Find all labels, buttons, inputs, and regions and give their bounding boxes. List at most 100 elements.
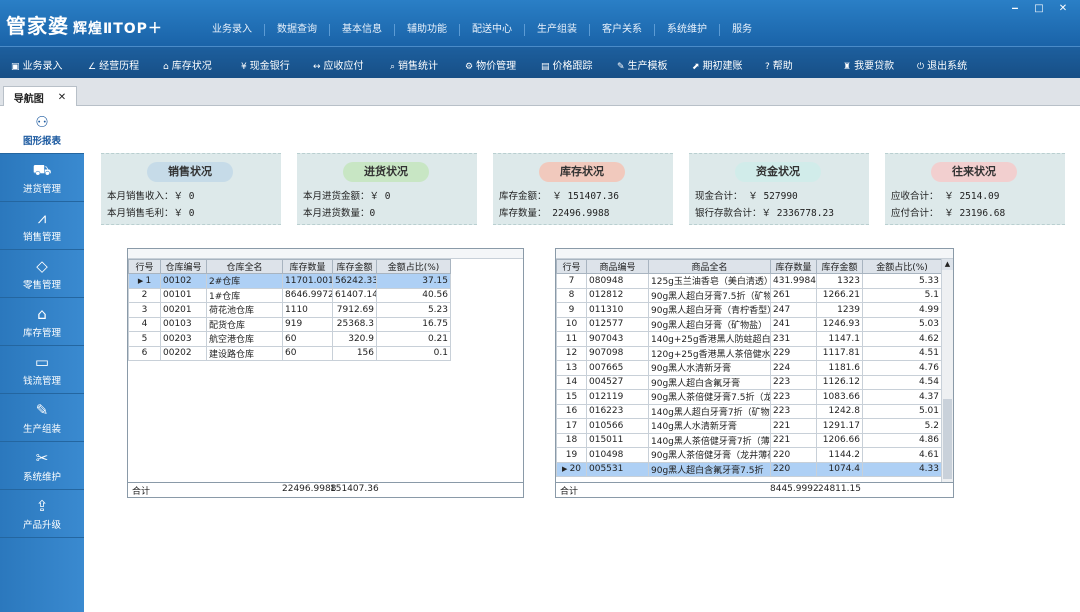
table-row[interactable]: 8 012812 90g黑人超白牙膏7.5折（矿物盐）261 1266.21 5.1 <box>556 287 942 303</box>
table-cell: 4.37 <box>862 389 942 405</box>
top-menu-item[interactable]: 业务录入 <box>200 24 265 36</box>
toolbar-button[interactable]: ▣ 业务录入 <box>11 57 63 72</box>
column-header[interactable]: 库存金额 <box>816 259 863 274</box>
table-row[interactable]: 13 007665 90g黑人水清新牙膏 224 1181.6 4.76 <box>556 360 942 376</box>
toolbar-button[interactable]: ⌂ 库存状况 <box>163 57 212 72</box>
cell-value: 221 <box>773 435 791 446</box>
column-header[interactable]: 库存数量 <box>282 259 333 274</box>
close-icon[interactable]: ✕ <box>1054 2 1072 16</box>
table-row[interactable]: 18 015011 140g黑人茶倍健牙膏7折（薄荷）221 1206.66 4.86 <box>556 432 942 448</box>
table-cell: 012577 <box>586 316 649 332</box>
table-cell: 37.15 <box>376 273 451 289</box>
cell-value: 荷花池仓库 <box>209 306 255 317</box>
toolbar-button[interactable]: ∠ 经营历程 <box>88 57 139 72</box>
cell-value: 56242.33 <box>335 275 377 286</box>
column-header[interactable]: 库存金额 <box>332 259 377 274</box>
sidebar-item[interactable]: ✂ 系统维护 <box>0 442 84 490</box>
toolbar-button[interactable]: ¥ 现金银行 <box>241 57 290 72</box>
table-row[interactable]: 6 00202 建设路仓库 60 156 0.1 <box>128 345 451 361</box>
cell-value: 4.51 <box>918 348 939 359</box>
table-row[interactable]: 19 010498 90g黑人茶倍健牙膏（龙井薄荷）220 1144.2 4.61 <box>556 447 942 463</box>
table-row[interactable]: 15 012119 90g黑人茶倍健牙膏7.5折（龙井）223 1083.66 4.37 <box>556 389 942 405</box>
toolbar-button[interactable]: ▤ 价格跟踪 <box>541 57 593 72</box>
top-menu-item[interactable]: 客户关系 <box>590 24 655 36</box>
top-menu-item[interactable]: 配送中心 <box>460 24 525 36</box>
sidebar-item[interactable]: ✎ 生产组装 <box>0 394 84 442</box>
toolbar-button[interactable]: ✎ 生产模板 <box>617 57 668 72</box>
warehouse-icon: ⌂ <box>37 305 47 323</box>
minimize-icon[interactable]: ‒ <box>1006 2 1024 16</box>
column-header[interactable]: 商品全名 <box>648 259 771 274</box>
cell-value: 1181.6 <box>828 362 861 373</box>
table-cell: 90g黑人茶倍健牙膏7.5折（龙井） <box>648 389 771 405</box>
top-menu-item[interactable]: 数据查询 <box>265 24 330 36</box>
toolbar-button[interactable]: ⌕ 销售统计 <box>390 57 438 72</box>
card-title[interactable]: 进货状况 <box>343 162 429 182</box>
card-title[interactable]: 往来状况 <box>931 162 1017 182</box>
table-row[interactable]: ▶ 20 005531 90g黑人超白含氟牙膏7.5折 220 1074.4 4.33 <box>556 461 942 477</box>
sidebar-item-label: 库存管理 <box>22 328 61 339</box>
column-header[interactable]: 库存数量 <box>770 259 817 274</box>
sidebar-item[interactable]: ⇪ 产品升级 <box>0 490 84 538</box>
sidebar-item[interactable]: ◇ 零售管理 <box>0 250 84 298</box>
sidebar-item[interactable]: ⛟ 进货管理 <box>0 154 84 202</box>
table-row[interactable]: 3 00201 荷花池仓库 1110 7912.69 5.23 <box>128 302 451 318</box>
sidebar-item[interactable]: ⌂ 库存管理 <box>0 298 84 346</box>
cell-value: 3 <box>141 304 148 315</box>
cell-value: 1#仓库 <box>209 291 241 302</box>
grid-drag-bar[interactable] <box>128 249 523 259</box>
card-title[interactable]: 库存状况 <box>539 162 625 182</box>
cell-value: 13 <box>565 362 578 373</box>
tab-close-icon[interactable]: ✕ <box>58 92 66 103</box>
grid-drag-bar[interactable] <box>556 249 953 259</box>
toolbar-button[interactable]: ⬈ 期初建账 <box>692 57 743 72</box>
column-header[interactable]: 仓库全名 <box>206 259 283 274</box>
table-row[interactable]: 17 010566 140g黑人水清新牙膏 221 1291.17 5.2 <box>556 418 942 434</box>
tab-navigation-map[interactable]: 导航图 ✕ <box>3 86 77 107</box>
toolbar-button[interactable]: ↔ 应收应付 <box>313 57 364 72</box>
table-row[interactable]: 10 012577 90g黑人超白牙膏（矿物盐） 241 1246.93 5.03 <box>556 316 942 332</box>
table-cell: 60 <box>282 345 333 361</box>
table-row[interactable]: 11 907043 140g+25g香港黑人防蛀超白牙膏231 1147.1 4.62 <box>556 331 942 347</box>
toolbar-button[interactable]: ♜ 我要贷款 <box>843 57 894 72</box>
table-row[interactable]: 5 00203 航空港仓库 60 320.9 0.21 <box>128 331 451 347</box>
table-row[interactable]: 14 004527 90g黑人超白含氟牙膏 223 1126.12 4.54 <box>556 374 942 390</box>
column-header[interactable]: 行号 <box>128 259 161 274</box>
card-title[interactable]: 资金状况 <box>735 162 821 182</box>
table-row[interactable]: 12 907098 120g+25g香港黑人茶倍健水晶牙膏229 1117.81 4.5… <box>556 345 942 361</box>
card-title[interactable]: 销售状况 <box>147 162 233 182</box>
sidebar-item[interactable]: ⩘ 销售管理 <box>0 202 84 250</box>
toolbar-label: 应收应付 <box>323 61 364 72</box>
home-icon: ⌂ <box>163 62 169 72</box>
table-cell: 223 <box>770 389 817 405</box>
top-menu-item[interactable]: 基本信息 <box>330 24 395 36</box>
column-header[interactable]: 金额占比(%) <box>376 259 451 274</box>
goods-scrollbar[interactable]: ▲ ▼ <box>941 259 953 497</box>
table-row[interactable]: 4 00103 配货仓库 919 25368.3 16.75 <box>128 316 451 332</box>
top-menu-item[interactable]: 服务 <box>720 24 764 36</box>
upgrade-icon: ⇪ <box>35 497 49 515</box>
top-menu-item[interactable]: 生产组装 <box>525 24 590 36</box>
toolbar-button[interactable]: ⏻ 退出系统 <box>917 57 967 72</box>
scroll-up-icon[interactable]: ▲ <box>942 259 953 270</box>
toolbar-button[interactable]: ? 帮助 <box>765 57 793 72</box>
top-menu-item[interactable]: 辅助功能 <box>395 24 460 36</box>
cell-value: 1323 <box>837 275 860 286</box>
table-row[interactable]: 7 080948 125g玉兰油香皂（美白清透） 431.9984 1323 5.33 <box>556 273 942 289</box>
column-header[interactable]: 商品编号 <box>586 259 649 274</box>
top-menu-item[interactable]: 系统维护 <box>655 24 720 36</box>
sidebar-item[interactable]: ▭ 钱流管理 <box>0 346 84 394</box>
sidebar-item[interactable]: ⚇ 图形报表 <box>0 106 84 154</box>
table-row[interactable]: 2 00101 1#仓库 8646.9972 61407.14 40.56 <box>128 287 451 303</box>
table-row[interactable]: 16 016223 140g黑人超白牙膏7折（矿物盐）223 1242.8 5.01 <box>556 403 942 419</box>
scroll-thumb[interactable] <box>943 399 952 479</box>
column-header[interactable]: 仓库编号 <box>160 259 207 274</box>
table-row[interactable]: ▶ 100102 2#仓库 11701.001656242.33 37.15 <box>128 273 451 289</box>
column-header[interactable]: 金额占比(%) <box>862 259 942 274</box>
maximize-icon[interactable]: □ <box>1030 2 1048 16</box>
table-cell: 建设路仓库 <box>206 345 283 361</box>
toolbar-button[interactable]: ⚙ 物价管理 <box>465 57 516 72</box>
table-row[interactable]: 9 011310 90g黑人超白牙膏（青柠香型） 247 1239 4.99 <box>556 302 942 318</box>
column-header[interactable]: 行号 <box>556 259 587 274</box>
table-cell: 220 <box>770 447 817 463</box>
